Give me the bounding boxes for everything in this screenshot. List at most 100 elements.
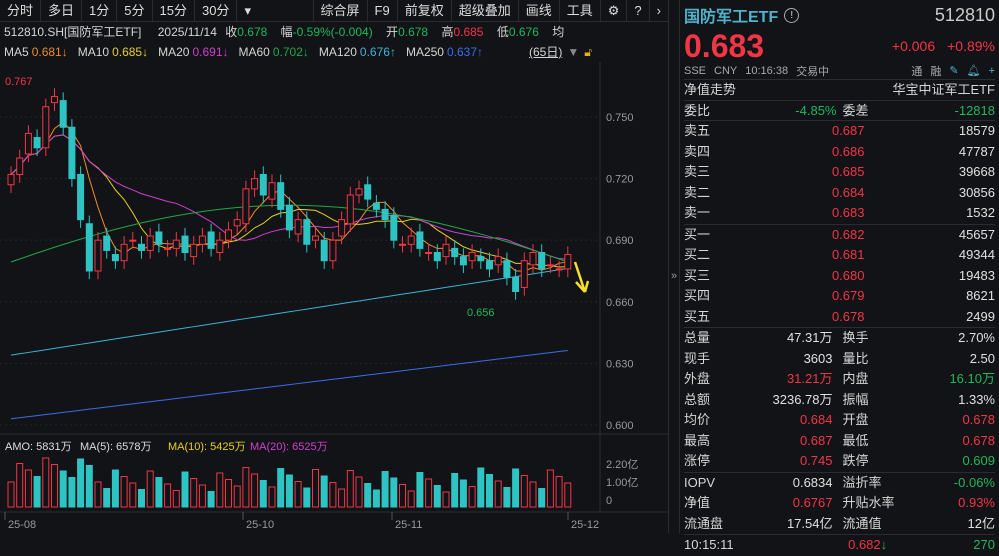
nav-trend-link[interactable]: 净值走势 (684, 80, 840, 100)
level-price: 0.681 (831, 247, 865, 262)
min-price-label: 0.656 (467, 307, 495, 319)
level-volume: 1532 (966, 205, 995, 220)
chevron-right-icon[interactable]: › (650, 0, 668, 22)
lock-icon[interactable]: 🔓︎ (584, 45, 592, 59)
volume-bar (416, 472, 424, 508)
volume-bar (459, 479, 467, 508)
tools-button[interactable]: 工具 (560, 0, 601, 22)
gear-icon[interactable]: ⚙ (601, 0, 628, 22)
tab-15min[interactable]: 15分 (153, 0, 195, 22)
tab-1min[interactable]: 1分 (82, 0, 118, 22)
candle-body (277, 182, 285, 210)
volume-bar (94, 481, 102, 508)
candle-body (251, 178, 259, 190)
candle-body (538, 251, 546, 270)
book-row[interactable]: 卖五 0.687 18579 (684, 121, 995, 142)
volume-tick: 0 (606, 495, 612, 507)
book-row[interactable]: 买三 0.680 19483 (684, 266, 995, 287)
tab-30min[interactable]: 30分 (195, 0, 238, 22)
book-row[interactable]: 卖四 0.686 47787 (684, 142, 995, 163)
candle-body (259, 173, 267, 196)
stat-row: 流通盘 17.54亿 流通值 12亿 (684, 514, 995, 535)
volume-bar (346, 470, 354, 508)
stat-value: 31.21万 (786, 371, 833, 386)
adjust-button[interactable]: 前复权 (398, 0, 452, 22)
volume-bar (442, 491, 450, 508)
volume-bar (59, 470, 67, 508)
volume-bar (146, 470, 154, 508)
amo-label: MA(5): 6578万 (80, 441, 152, 453)
wc-value: -12818 (954, 102, 995, 118)
triangle-down-icon[interactable]: ▼ (567, 45, 579, 59)
volume-bar (120, 476, 128, 508)
overlay-button[interactable]: 超级叠加 (452, 0, 519, 22)
volume-bar (381, 471, 389, 508)
low-label: 低 (496, 25, 509, 39)
book-row[interactable]: 卖三 0.685 39668 (684, 162, 995, 183)
tab-multiday[interactable]: 多日 (41, 0, 83, 22)
stat-value: 0.609 (962, 453, 995, 468)
volume-bar (468, 486, 476, 508)
period-selector[interactable]: (65日) (529, 45, 562, 59)
ma-label: MA5 (4, 45, 29, 59)
candle-body (503, 260, 511, 278)
level-price: 0.683 (831, 205, 865, 220)
add-icon[interactable]: + (989, 65, 995, 77)
kline-chart[interactable]: 0.750 0.720 0.690 0.660 0.630 0.600 0.767 0.656… (0, 62, 668, 533)
kline-panel: 分时 多日 1分 5分 15分 30分 ▾ 综合屏 F9 前复权 超级叠加 画线… (0, 0, 668, 533)
book-row[interactable]: 买二 0.681 49344 (684, 245, 995, 266)
stat-label: 内盘 (842, 371, 869, 386)
candle-body (242, 188, 250, 225)
book-row[interactable]: 买五 0.678 2499 (684, 307, 995, 328)
stat-row: 最高 0.687 最低 0.678 (684, 431, 995, 452)
date: 2025/11/14 (157, 25, 217, 39)
tab-5min[interactable]: 5分 (117, 0, 153, 22)
volume-bar (155, 477, 163, 508)
candle-body (546, 264, 554, 267)
stat-label: 均价 (684, 412, 711, 427)
info-icon[interactable]: ! (784, 7, 800, 23)
level-price: 0.684 (831, 184, 865, 200)
ma-item: MA5 0.681↓ (4, 45, 73, 59)
candle-body (451, 247, 459, 258)
stat-value: 47.31万 (786, 330, 833, 345)
candle-body (24, 132, 32, 155)
quote-time: 10:16:38 (745, 64, 789, 77)
stat-value: 0.687 (799, 432, 833, 448)
volume-bar (164, 483, 172, 508)
bell-icon[interactable]: 🔔︎ (967, 64, 981, 77)
y-tick-label: 0.690 (606, 235, 634, 247)
volume-bar (546, 469, 554, 508)
f9-button[interactable]: F9 (368, 0, 398, 22)
tab-timeshare[interactable]: 分时 (0, 0, 42, 22)
panel-collapse-handle[interactable]: » (668, 0, 680, 533)
stat-row: 均价 0.684 开盘 0.678 (684, 410, 995, 431)
candle-body (120, 243, 128, 262)
stat-label: 升贴水率 (842, 495, 895, 510)
market: SSE (684, 64, 707, 77)
book-row[interactable]: 卖一 0.683 1532 (684, 203, 995, 224)
candle-body (181, 235, 189, 253)
stat-value: 2.50 (969, 350, 995, 366)
stat-value: 0.678 (962, 412, 995, 427)
level-volume: 2499 (966, 308, 995, 324)
stat-value: 0.678 (962, 432, 995, 448)
stat-label: 涨停 (684, 453, 711, 468)
level-label: 买一 (684, 226, 711, 242)
help-icon[interactable]: ? (627, 0, 650, 22)
book-row[interactable]: 买四 0.679 8621 (684, 286, 995, 307)
close-label: 收 (225, 25, 238, 39)
more-periods-dropdown[interactable]: ▾ (237, 0, 258, 22)
volume-bar (372, 489, 380, 508)
book-row[interactable]: 卖二 0.684 30856 (684, 183, 995, 204)
candle-body (294, 219, 302, 235)
price-change: +0.006 (891, 38, 936, 54)
book-row[interactable]: 买一 0.682 45657 (684, 225, 995, 246)
info-line: 512810.SH[国防军工ETF] 2025/11/14 收0.678 幅-0… (0, 22, 668, 42)
draw-button[interactable]: 画线 (519, 0, 560, 22)
composite-screen-button[interactable]: 综合屏 (312, 0, 368, 22)
level-price: 0.680 (831, 267, 865, 283)
pencil-icon[interactable]: ✎ (949, 64, 958, 77)
x-tick-label: 25-12 (571, 519, 599, 531)
volume-bar (85, 465, 93, 508)
